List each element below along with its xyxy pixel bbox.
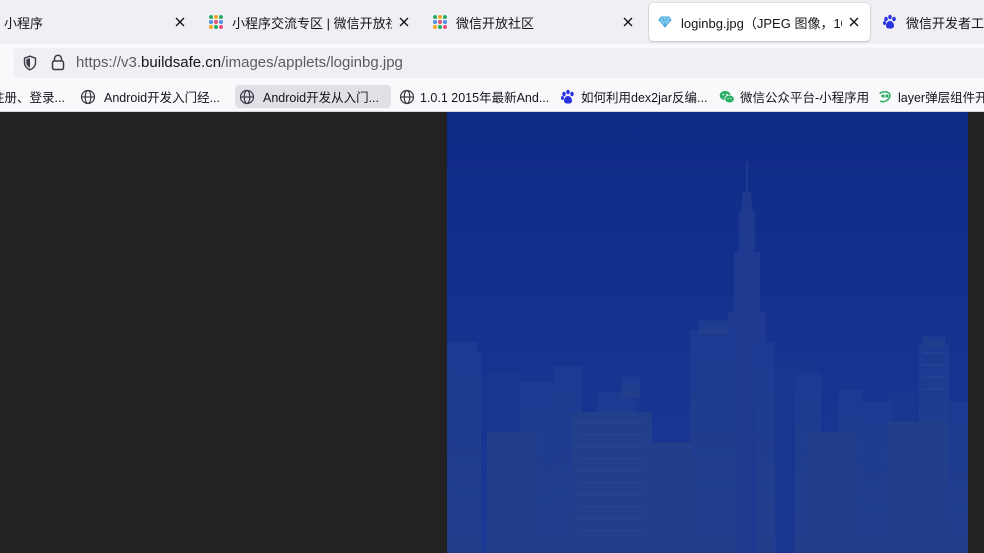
url-path: /images/applets/loginbg.jpg xyxy=(221,54,403,71)
bookmark-label: 注册、登录... xyxy=(0,91,65,105)
bookmarks-toolbar: 注册、登录... Android开发入门经... Android开发从入门...… xyxy=(0,82,984,112)
bookmark-android-beginner[interactable]: Android开发从入门... xyxy=(235,85,391,108)
tab-title: 微信开发者工具 xyxy=(906,15,984,31)
navigation-toolbar: https://v3.buildsafe.cn/images/applets/l… xyxy=(0,44,984,82)
bookmark-label: Android开发从入门... xyxy=(263,91,380,105)
address-bar[interactable]: https://v3.buildsafe.cn/images/applets/l… xyxy=(14,48,984,78)
close-icon[interactable] xyxy=(396,14,412,30)
tab-title: loginbg.jpg（JPEG 图像，1080 xyxy=(681,15,842,31)
url-text[interactable]: https://v3.buildsafe.cn/images/applets/l… xyxy=(76,54,403,71)
bookmark-2015-android[interactable]: 1.0.1 2015年最新And... xyxy=(395,85,553,108)
layer-icon xyxy=(877,89,893,105)
tab-miniprogram-forum[interactable]: 小程序交流专区 | 微信开放社区 xyxy=(200,3,420,41)
login-background-image[interactable] xyxy=(447,112,968,553)
close-icon[interactable] xyxy=(620,14,636,30)
url-host: buildsafe.cn xyxy=(141,54,222,71)
bookmark-layer[interactable]: layer弹层组件开 xyxy=(873,85,984,108)
url-scheme: https://v3. xyxy=(76,54,142,71)
tab-loginbg-image[interactable]: loginbg.jpg（JPEG 图像，1080 xyxy=(649,3,870,41)
globe-icon xyxy=(80,89,96,105)
wechat-icon xyxy=(719,89,735,105)
lock-icon[interactable] xyxy=(51,54,65,71)
bookmark-wechat-platform[interactable]: 微信公众平台-小程序用 xyxy=(715,85,873,108)
close-icon[interactable] xyxy=(172,14,188,30)
tab-title: 微信开放社区 xyxy=(456,15,535,31)
globe-icon xyxy=(399,89,415,105)
bookmark-dex2jar[interactable]: 如何利用dex2jar反编... xyxy=(556,85,711,108)
wechat-community-icon xyxy=(432,14,448,30)
globe-icon xyxy=(239,89,255,105)
baidu-paw-icon xyxy=(882,14,898,30)
wechat-community-icon xyxy=(208,14,224,30)
bookmark-label: 微信公众平台-小程序用 xyxy=(740,91,870,105)
baidu-paw-icon xyxy=(560,89,576,105)
bookmark-label: Android开发入门经... xyxy=(104,91,221,105)
bookmark-android-intro[interactable]: Android开发入门经... xyxy=(76,85,224,108)
page-viewport xyxy=(0,112,984,553)
tab-miniprogram[interactable]: 小程序 xyxy=(0,3,196,41)
tab-title: 小程序 xyxy=(4,15,44,31)
image-file-icon xyxy=(657,14,673,30)
tab-strip: 小程序 小程序交流专区 | 微信开放社区 微信开放社区 xyxy=(0,0,984,44)
tab-wechat-devtools[interactable]: 微信开发者工具 xyxy=(874,3,984,41)
bookmark-label: 如何利用dex2jar反编... xyxy=(581,91,708,105)
bookmark-label: 1.0.1 2015年最新And... xyxy=(420,91,550,105)
tab-title: 小程序交流专区 | 微信开放社区 xyxy=(232,15,392,31)
bookmark-register-login[interactable]: 注册、登录... xyxy=(0,85,69,108)
tab-wechat-community[interactable]: 微信开放社区 xyxy=(424,3,644,41)
shield-icon[interactable] xyxy=(22,55,38,71)
bookmark-label: layer弹层组件开 xyxy=(898,91,984,105)
close-icon[interactable] xyxy=(846,14,862,30)
city-skyline-illustration xyxy=(447,162,968,553)
